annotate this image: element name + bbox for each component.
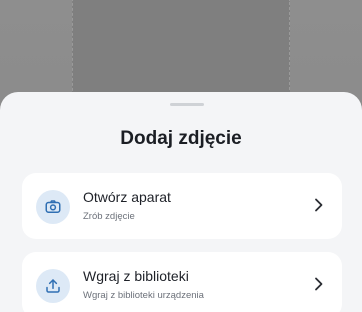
bottom-sheet: Dodaj zdjęcie Otwórz aparat Zrób zdjęcie…: [0, 92, 362, 312]
upload-icon: [46, 279, 60, 293]
camera-icon: [45, 200, 61, 213]
upload-icon-container: [36, 269, 70, 303]
sheet-title: Dodaj zdjęcie: [120, 128, 242, 149]
upload-from-library-option[interactable]: Wgraj z biblioteki Wgraj z biblioteki ur…: [22, 252, 342, 312]
open-camera-option[interactable]: Otwórz aparat Zrób zdjęcie: [22, 173, 342, 239]
option-title: Wgraj z biblioteki: [83, 268, 189, 284]
chevron-right-icon: [315, 198, 323, 212]
option-subtitle: Zrób zdjęcie: [83, 211, 135, 222]
camera-icon-container: [36, 190, 70, 224]
option-title: Otwórz aparat: [83, 189, 171, 205]
sheet-grabber-handle[interactable]: [170, 103, 204, 106]
option-subtitle: Wgraj z biblioteki urządzenia: [83, 290, 204, 301]
chevron-right-icon: [315, 277, 323, 291]
